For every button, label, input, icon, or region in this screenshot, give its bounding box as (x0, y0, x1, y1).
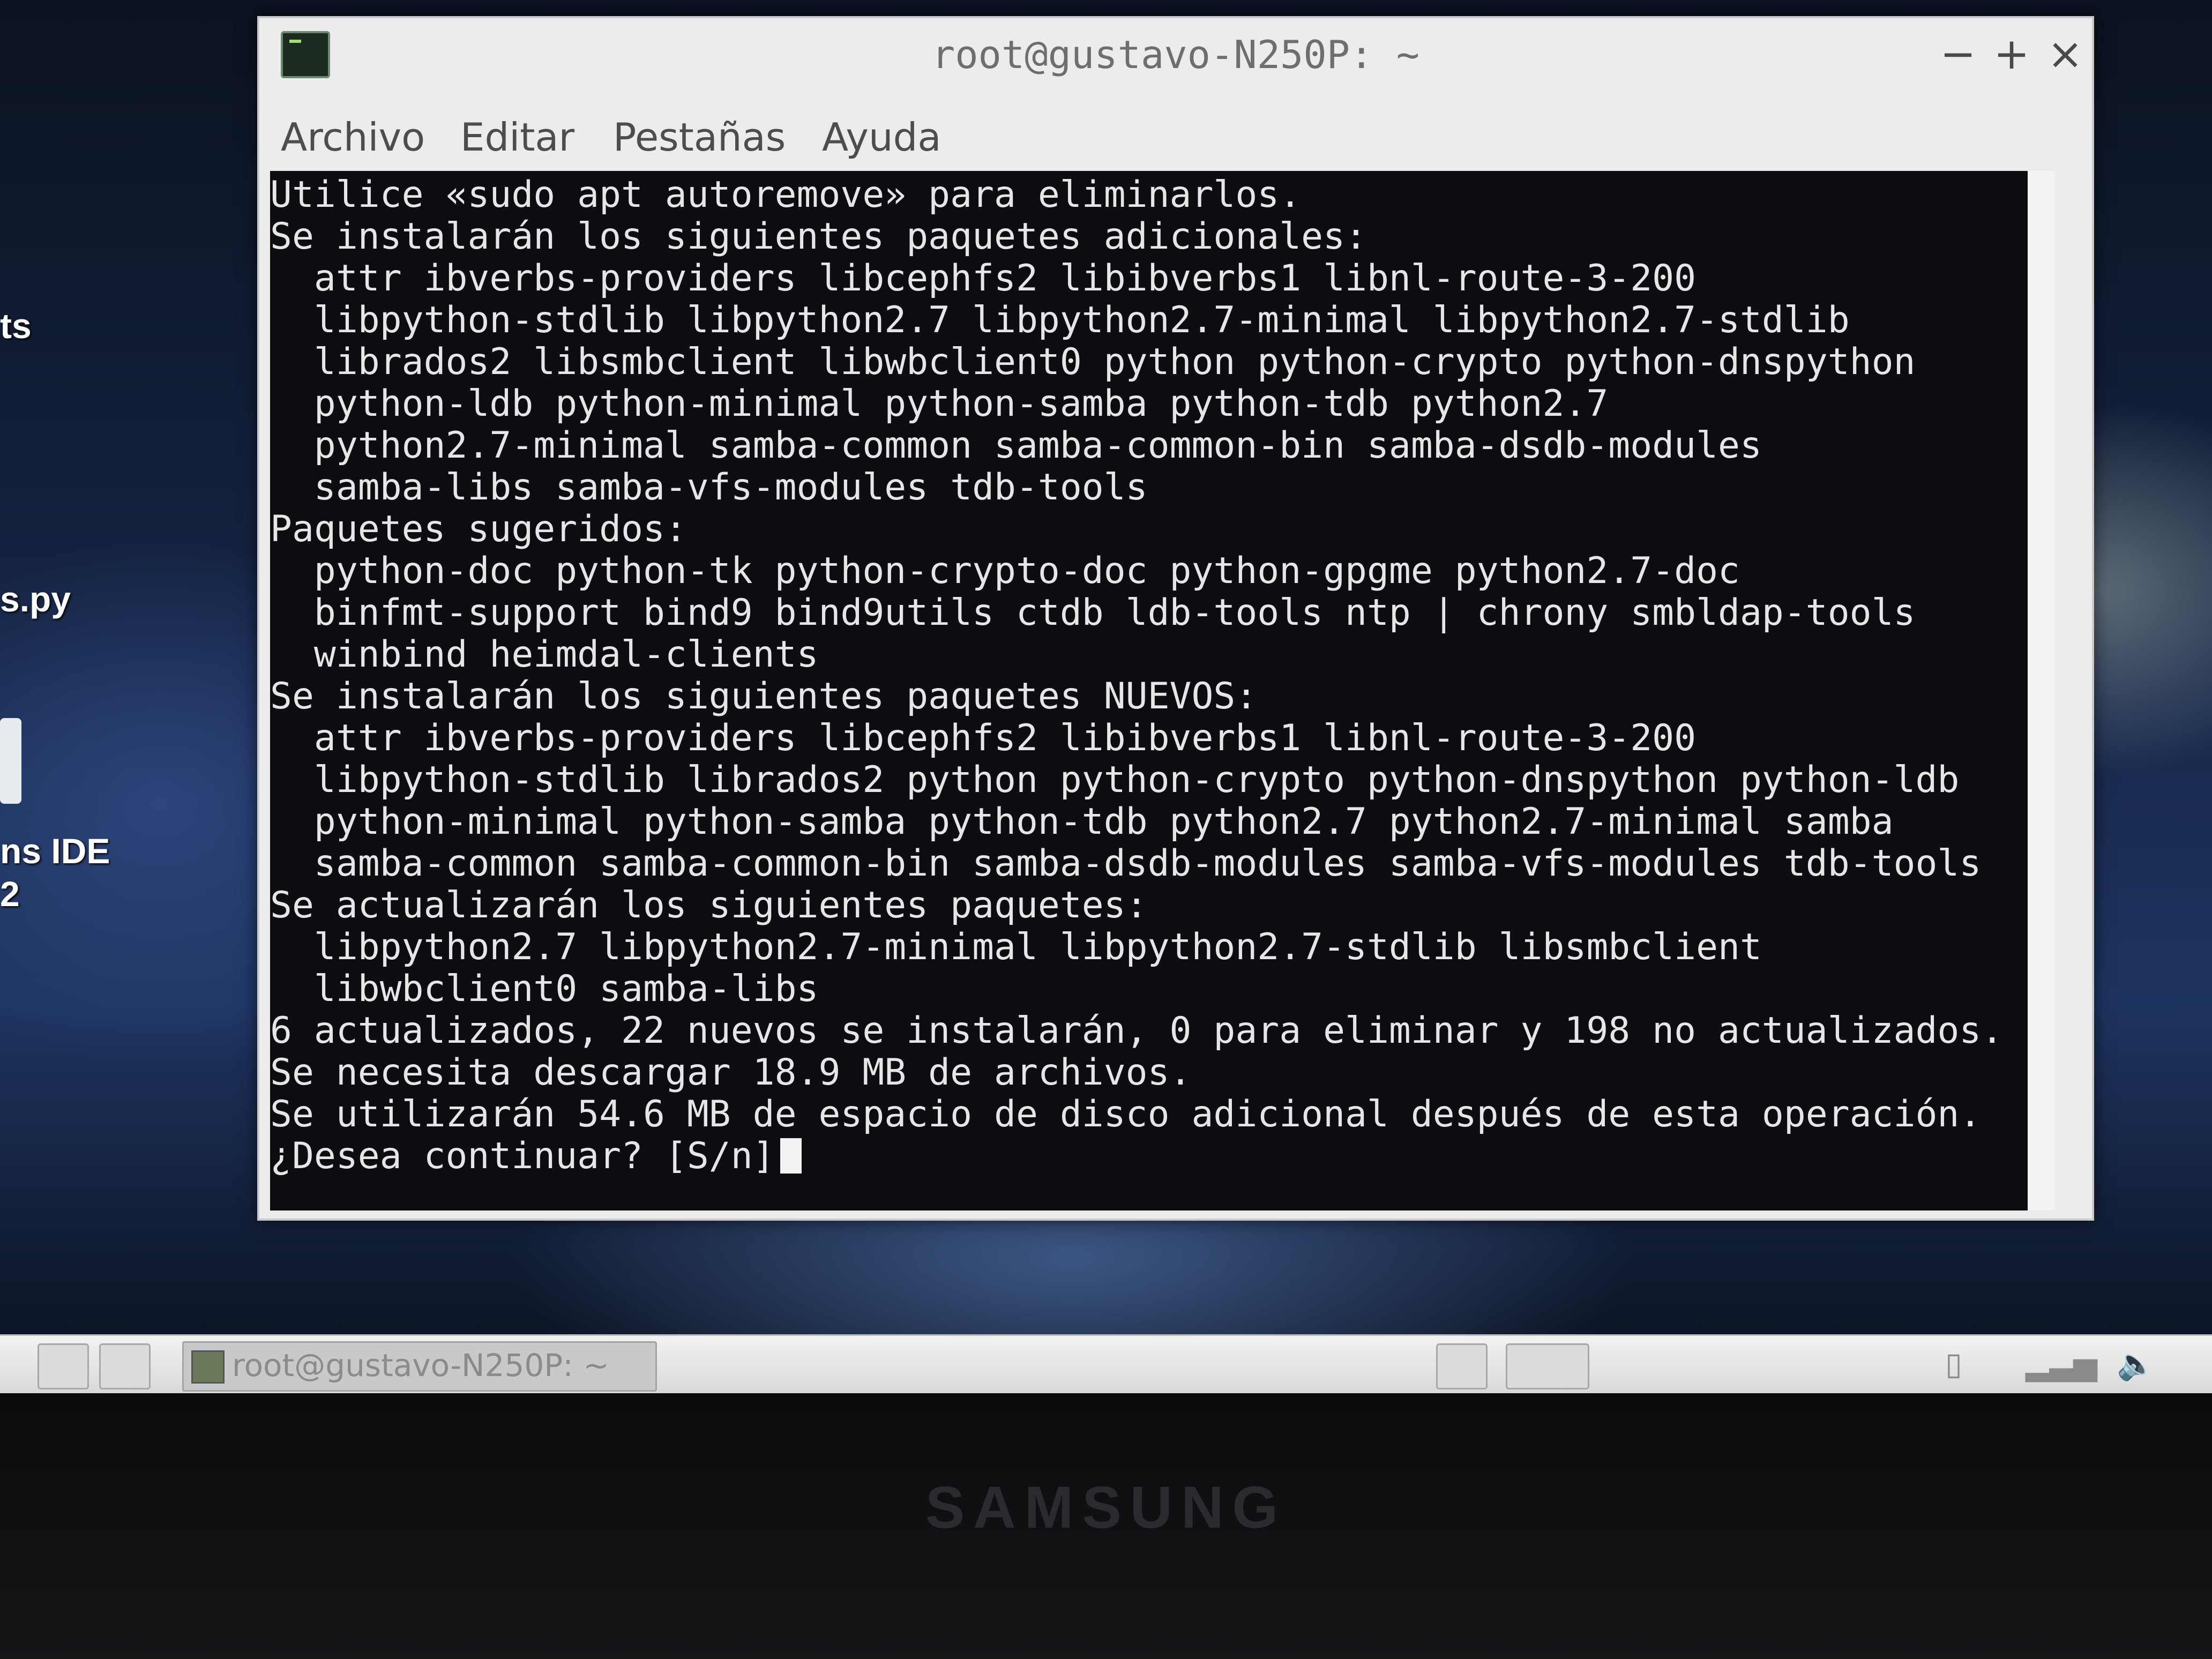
desktop-label-2[interactable]: s.py (0, 579, 71, 619)
terminal-line: python-minimal python-samba python-tdb p… (270, 801, 1894, 843)
terminal-line: libpython-stdlib libpython2.7 libpython2… (270, 299, 1850, 341)
title-bar[interactable]: root@gustavo-N250P: ~ − + × (259, 18, 2092, 99)
terminal-window[interactable]: root@gustavo-N250P: ~ − + × Archivo Edit… (257, 16, 2094, 1221)
laptop-bezel: SAMSUNG (0, 1393, 2212, 1659)
menu-ayuda[interactable]: Ayuda (822, 115, 941, 160)
terminal-line: python2.7-minimal samba-common samba-com… (270, 424, 1762, 467)
terminal-line: Se instalarán los siguientes paquetes ad… (270, 215, 1367, 258)
menu-bar: Archivo Editar Pestañas Ayuda (259, 99, 2092, 168)
terminal-line: libpython2.7 libpython2.7-minimal libpyt… (270, 926, 1762, 968)
terminal-line: binfmt-support bind9 bind9utils ctdb ldb… (270, 592, 1916, 634)
taskbar-window-label: root@gustavo-N250P: ~ (232, 1347, 609, 1384)
close-button[interactable]: × (2044, 29, 2087, 79)
terminal-line: Se instalarán los siguientes paquetes NU… (270, 675, 1258, 718)
terminal-task-icon (191, 1350, 225, 1384)
terminal-line: 6 actualizados, 22 nuevos se instalarán,… (270, 1010, 2004, 1052)
terminal-line: Paquetes sugeridos: (270, 508, 687, 550)
terminal-line: attr ibverbs-providers libcephfs2 libibv… (270, 257, 1697, 300)
desktop-label-4[interactable]: 2 (0, 873, 20, 914)
taskbar-window-entry[interactable]: root@gustavo-N250P: ~ (182, 1341, 657, 1392)
brand-logo: SAMSUNG (925, 1475, 1287, 1541)
terminal-line: Se actualizarán los siguientes paquetes: (270, 884, 1148, 926)
taskbar: root@gustavo-N250P: ~ ▯ ▂▃▅ 🔈 (0, 1334, 2212, 1395)
terminal-line: winbind heimdal-clients (270, 633, 819, 676)
menu-editar[interactable]: Editar (460, 115, 574, 160)
terminal-line: attr ibverbs-providers libcephfs2 libibv… (270, 717, 1697, 759)
desktop-file-icon[interactable] (0, 718, 21, 804)
desktop-label-1[interactable]: ts (0, 305, 32, 346)
terminal-line: python-doc python-tk python-crypto-doc p… (270, 550, 1740, 592)
network-signal-icon[interactable]: ▂▃▅ (2026, 1346, 2097, 1382)
terminal-line: samba-libs samba-vfs-modules tdb-tools (270, 466, 1148, 509)
terminal-line: libwbclient0 samba-libs (270, 968, 819, 1010)
menu-pestanas[interactable]: Pestañas (613, 115, 786, 160)
text-cursor (780, 1138, 802, 1174)
desktop-pager-2-icon[interactable] (1506, 1343, 1589, 1389)
show-desktop-icon[interactable] (38, 1343, 89, 1389)
battery-icon[interactable]: ▯ (1945, 1346, 1962, 1382)
terminal-prompt: ¿Desea continuar? [S/n] (270, 1135, 775, 1177)
desktop-label-3[interactable]: ns IDE (0, 831, 110, 871)
terminal-line: Se utilizarán 54.6 MB de espacio de disc… (270, 1093, 1982, 1135)
terminal-line: Se necesita descargar 18.9 MB de archivo… (270, 1051, 1192, 1094)
desktop-pager-1-icon[interactable] (1436, 1343, 1488, 1389)
terminal-line: Utilice «sudo apt autoremove» para elimi… (270, 174, 1302, 216)
terminal-output[interactable]: Utilice «sudo apt autoremove» para elimi… (270, 171, 2054, 1210)
workspace-switcher-icon[interactable] (99, 1343, 151, 1389)
minimize-button[interactable]: − (1937, 29, 1979, 79)
volume-icon[interactable]: 🔈 (2117, 1346, 2155, 1382)
terminal-line: python-ldb python-minimal python-samba p… (270, 383, 1609, 425)
window-title: root@gustavo-N250P: ~ (931, 32, 1420, 77)
terminal-line: librados2 libsmbclient libwbclient0 pyth… (270, 341, 1916, 383)
maximize-button[interactable]: + (1990, 29, 2033, 79)
menu-archivo[interactable]: Archivo (281, 115, 425, 160)
terminal-prompt-line[interactable]: ¿Desea continuar? [S/n] (270, 1135, 802, 1177)
terminal-line: libpython-stdlib librados2 python python… (270, 759, 1960, 801)
terminal-scrollbar[interactable] (2028, 171, 2054, 1210)
terminal-line: samba-common samba-common-bin samba-dsdb… (270, 842, 1982, 885)
